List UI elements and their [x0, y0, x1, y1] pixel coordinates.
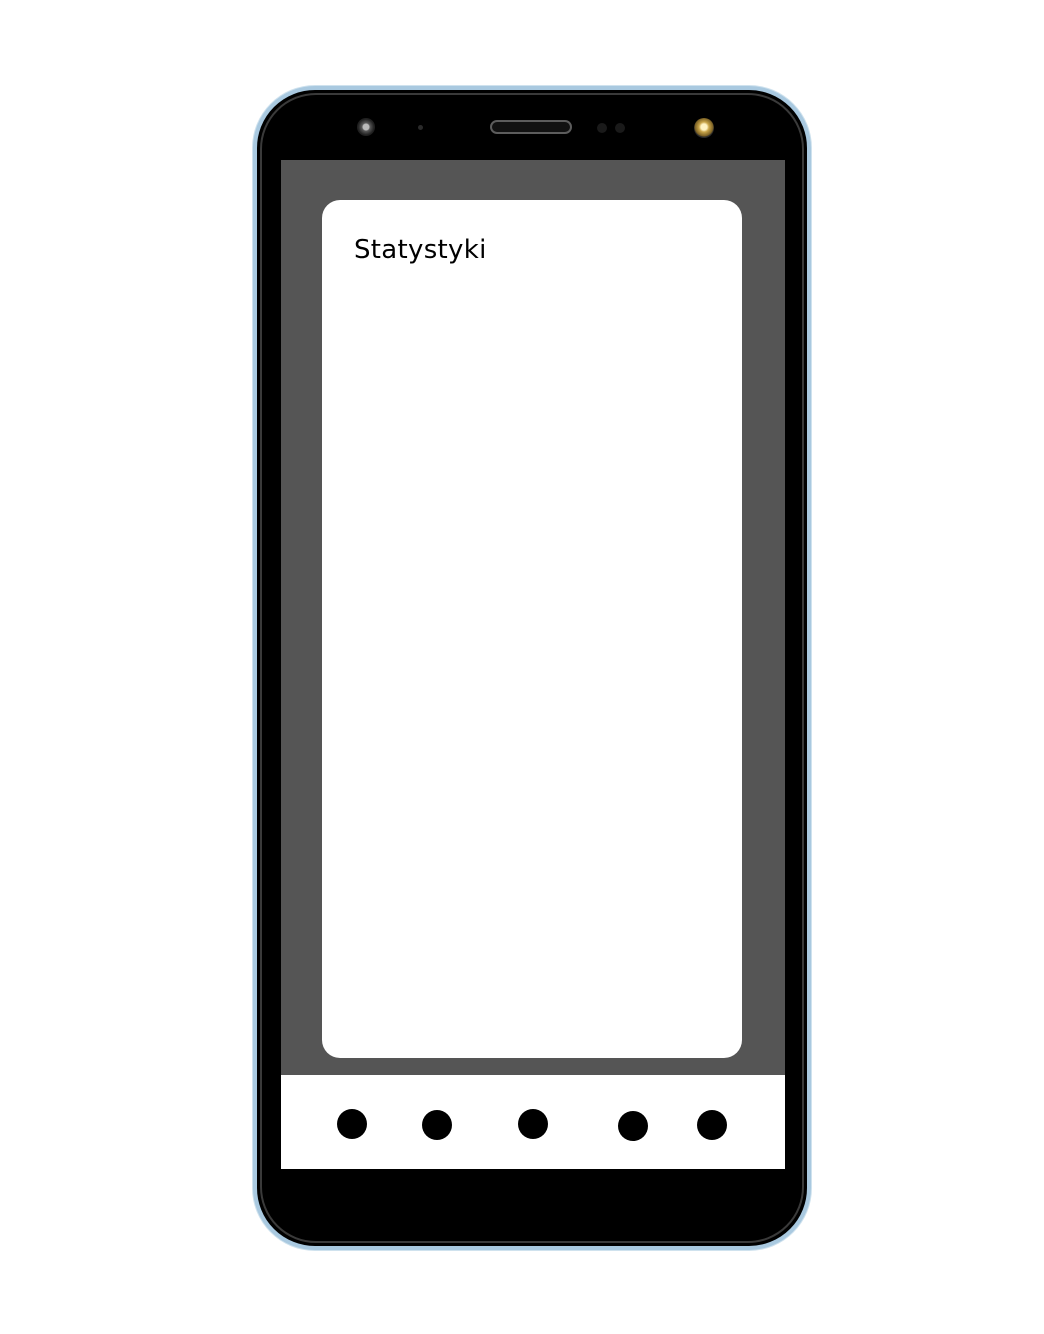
sensor-lens-icon	[597, 123, 607, 133]
bottom-navigation	[281, 1075, 785, 1169]
nav-item-4-circle-icon[interactable]	[618, 1111, 648, 1141]
sensor-lens-icon	[615, 123, 625, 133]
earpiece-speaker-icon	[490, 120, 572, 134]
proximity-sensor-icon	[597, 123, 627, 133]
statistics-title: Statystyki	[354, 235, 487, 265]
front-camera-icon	[357, 118, 375, 136]
nav-item-3-circle-icon[interactable]	[518, 1109, 548, 1139]
page: Statystyki	[0, 0, 1044, 1334]
nav-item-2-circle-icon[interactable]	[422, 1110, 452, 1140]
statistics-card: Statystyki	[322, 200, 742, 1058]
nav-item-5-circle-icon[interactable]	[697, 1110, 727, 1140]
light-sensor-icon	[418, 125, 423, 130]
nav-item-1-circle-icon[interactable]	[337, 1109, 367, 1139]
front-flash-icon	[694, 118, 714, 138]
